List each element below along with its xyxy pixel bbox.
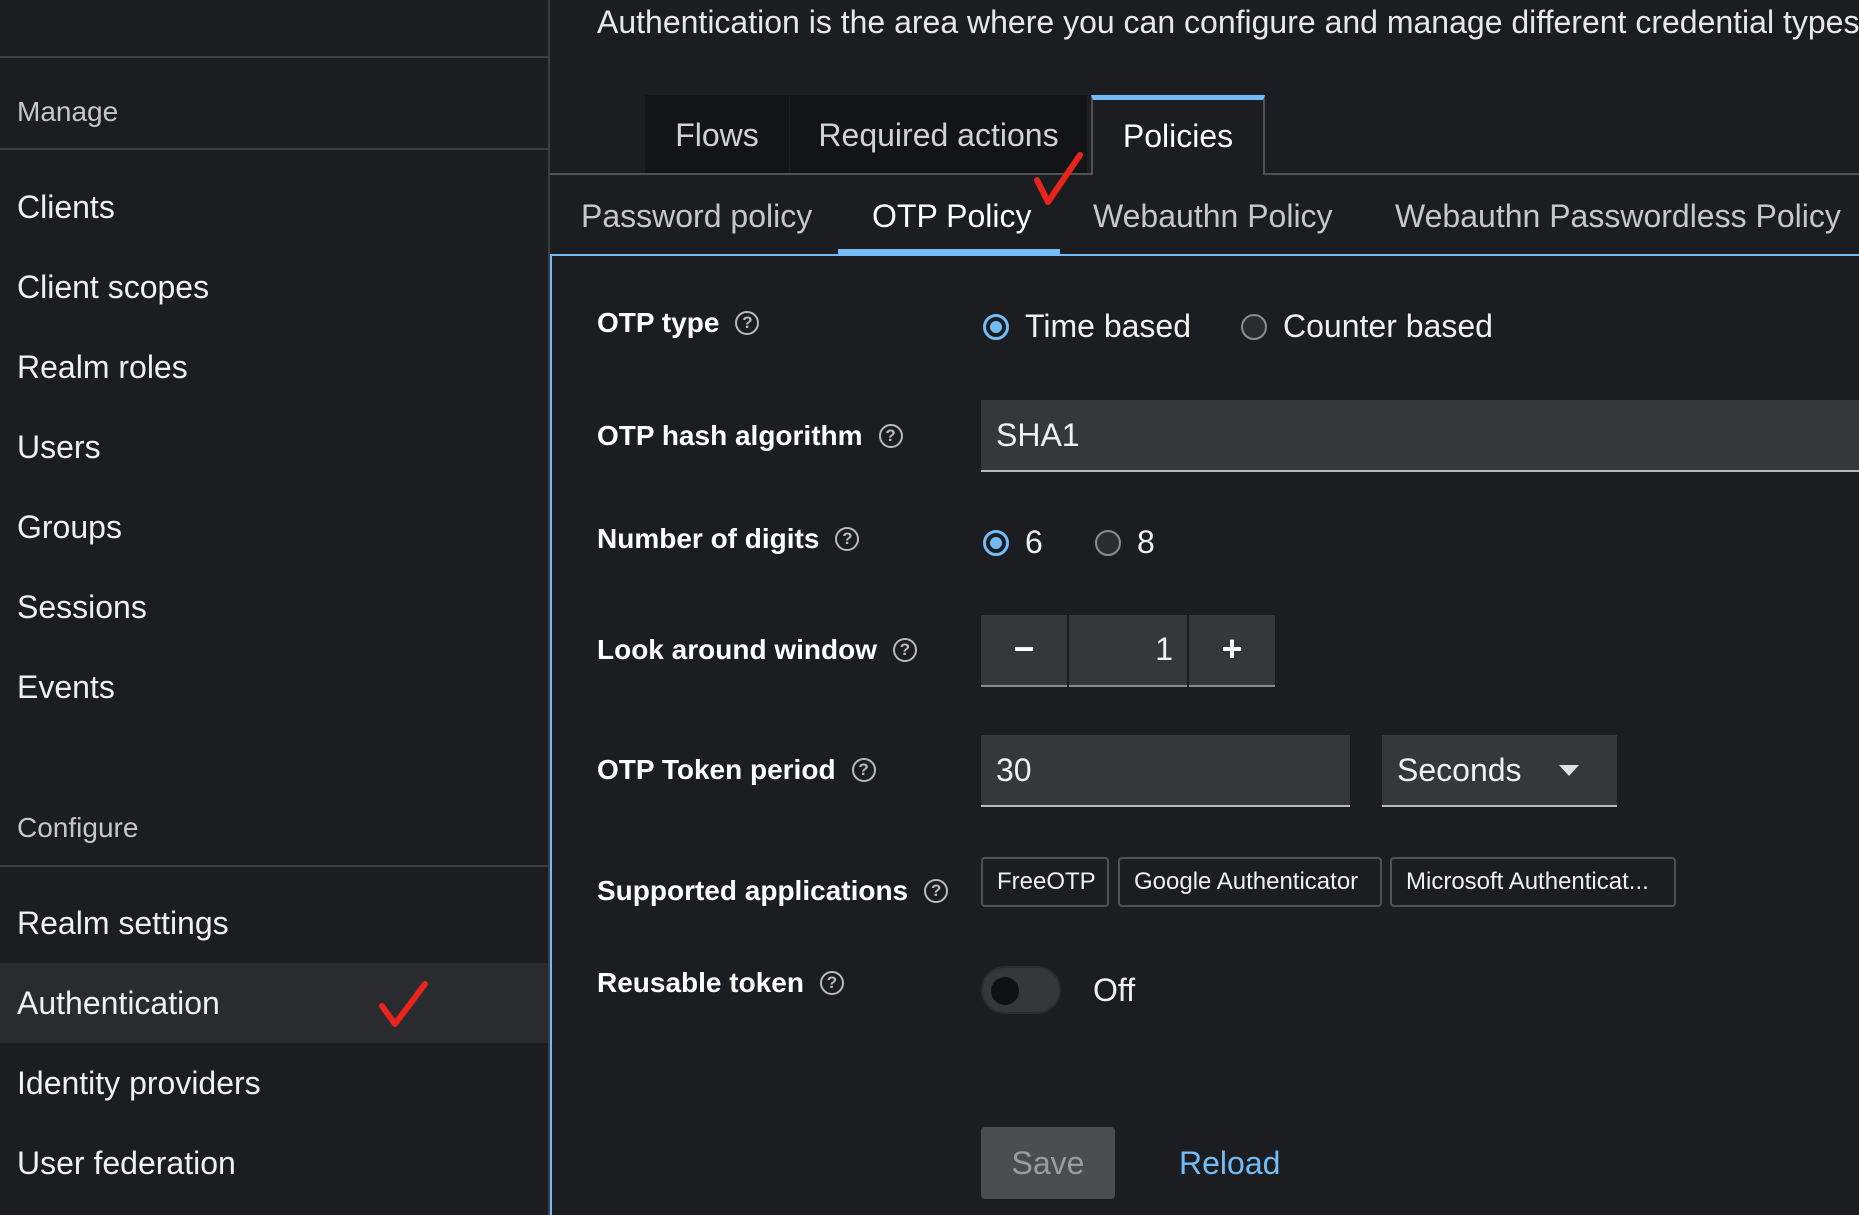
sidebar-divider — [0, 865, 548, 867]
otp-hash-algorithm-label-text: OTP hash algorithm — [597, 420, 863, 451]
sidebar-item-realm-settings[interactable]: Realm settings — [0, 883, 548, 963]
sidebar-item-user-federation[interactable]: User federation — [0, 1123, 548, 1203]
page-description: Authentication is the area where you can… — [597, 4, 1859, 40]
otp-hash-algorithm-select[interactable]: SHA1 — [981, 400, 1859, 472]
digits-option-6[interactable]: 6 — [1025, 524, 1043, 561]
reusable-token-state: Off — [1093, 972, 1136, 1008]
otp-token-period-unit-value: Seconds — [1397, 752, 1522, 788]
tab-flows[interactable]: Flows — [645, 95, 789, 175]
main-content: Authentication is the area where you can… — [550, 0, 1859, 1215]
annotation-checkmark-icon — [379, 981, 428, 1027]
digits-radio-8[interactable] — [1095, 530, 1121, 556]
annotation-checkmark-icon — [1034, 152, 1083, 205]
digits-option-8[interactable]: 8 — [1137, 524, 1155, 561]
reusable-token-toggle[interactable] — [981, 966, 1061, 1014]
tab-bar-line — [550, 173, 1091, 175]
sidebar-item-clients[interactable]: Clients — [0, 167, 548, 247]
subtab-webauthn-passwordless-policy[interactable]: Webauthn Passwordless Policy — [1395, 182, 1841, 254]
otp-token-period-input[interactable]: 30 — [981, 735, 1350, 807]
sidebar-item-authentication[interactable]: Authentication — [0, 963, 548, 1043]
sidebar-divider — [0, 148, 548, 150]
otp-hash-algorithm-label: OTP hash algorithm ? — [597, 420, 903, 452]
caret-down-icon — [1559, 765, 1579, 776]
look-around-plus-button[interactable]: + — [1189, 615, 1275, 687]
sidebar-item-sessions[interactable]: Sessions — [0, 567, 548, 647]
reload-button[interactable]: Reload — [1179, 1127, 1280, 1199]
help-icon[interactable]: ? — [851, 758, 876, 782]
look-around-window-label-text: Look around window — [597, 634, 877, 665]
sidebar-item-identity-providers[interactable]: Identity providers — [0, 1043, 548, 1123]
tab-bar-line — [1265, 173, 1859, 175]
help-icon[interactable]: ? — [924, 879, 949, 903]
sidebar-section-manage: Manage — [17, 96, 119, 127]
number-of-digits-label: Number of digits ? — [597, 523, 860, 555]
reusable-token-label-text: Reusable token — [597, 967, 804, 998]
app-chip-google-authenticator: Google Authenticator — [1118, 857, 1382, 907]
sidebar-item-groups[interactable]: Groups — [0, 487, 548, 567]
subtab-webauthn-policy[interactable]: Webauthn Policy — [1093, 182, 1333, 254]
tab-policies[interactable]: Policies — [1091, 95, 1265, 175]
sidebar-divider — [0, 56, 548, 58]
sidebar-item-users[interactable]: Users — [0, 407, 548, 487]
look-around-window-input[interactable]: 1 — [1069, 615, 1187, 687]
subtab-password-policy[interactable]: Password policy — [581, 182, 812, 254]
sidebar-item-client-scopes[interactable]: Client scopes — [0, 247, 548, 327]
app-chip-microsoft-authenticator: Microsoft Authenticat... — [1390, 857, 1676, 907]
otp-token-period-label-text: OTP Token period — [597, 754, 836, 785]
sidebar-item-realm-roles[interactable]: Realm roles — [0, 327, 548, 407]
help-icon[interactable]: ? — [819, 971, 844, 995]
otp-type-radio-time-based[interactable] — [983, 314, 1009, 340]
otp-type-option-counter-based[interactable]: Counter based — [1283, 308, 1493, 345]
otp-token-period-label: OTP Token period ? — [597, 754, 876, 786]
help-icon[interactable]: ? — [835, 527, 860, 551]
help-icon[interactable]: ? — [878, 424, 903, 448]
save-button[interactable]: Save — [981, 1127, 1115, 1199]
otp-type-radio-counter-based[interactable] — [1241, 314, 1267, 340]
supported-applications-label: Supported applications ? — [597, 875, 949, 907]
otp-token-period-unit-select[interactable]: Seconds — [1382, 735, 1617, 807]
sidebar-section-configure: Configure — [17, 812, 139, 843]
number-of-digits-label-text: Number of digits — [597, 523, 820, 554]
supported-applications-label-text: Supported applications — [597, 875, 909, 906]
sidebar-item-events[interactable]: Events — [0, 647, 548, 727]
subtab-otp-policy[interactable]: OTP Policy — [872, 182, 1031, 254]
look-around-window-label: Look around window ? — [597, 634, 917, 666]
help-icon[interactable]: ? — [735, 311, 760, 335]
digits-radio-6[interactable] — [983, 530, 1009, 556]
help-icon[interactable]: ? — [892, 638, 917, 662]
otp-type-label: OTP type ? — [597, 307, 760, 339]
reusable-token-label: Reusable token ? — [597, 967, 844, 999]
otp-type-option-time-based[interactable]: Time based — [1025, 308, 1191, 345]
sidebar: Manage Clients Client scopes Realm roles… — [0, 0, 550, 1215]
otp-type-label-text: OTP type — [597, 307, 720, 338]
toggle-knob — [991, 977, 1019, 1005]
look-around-minus-button[interactable]: − — [981, 615, 1067, 687]
app-chip-freeotp: FreeOTP — [981, 857, 1109, 907]
